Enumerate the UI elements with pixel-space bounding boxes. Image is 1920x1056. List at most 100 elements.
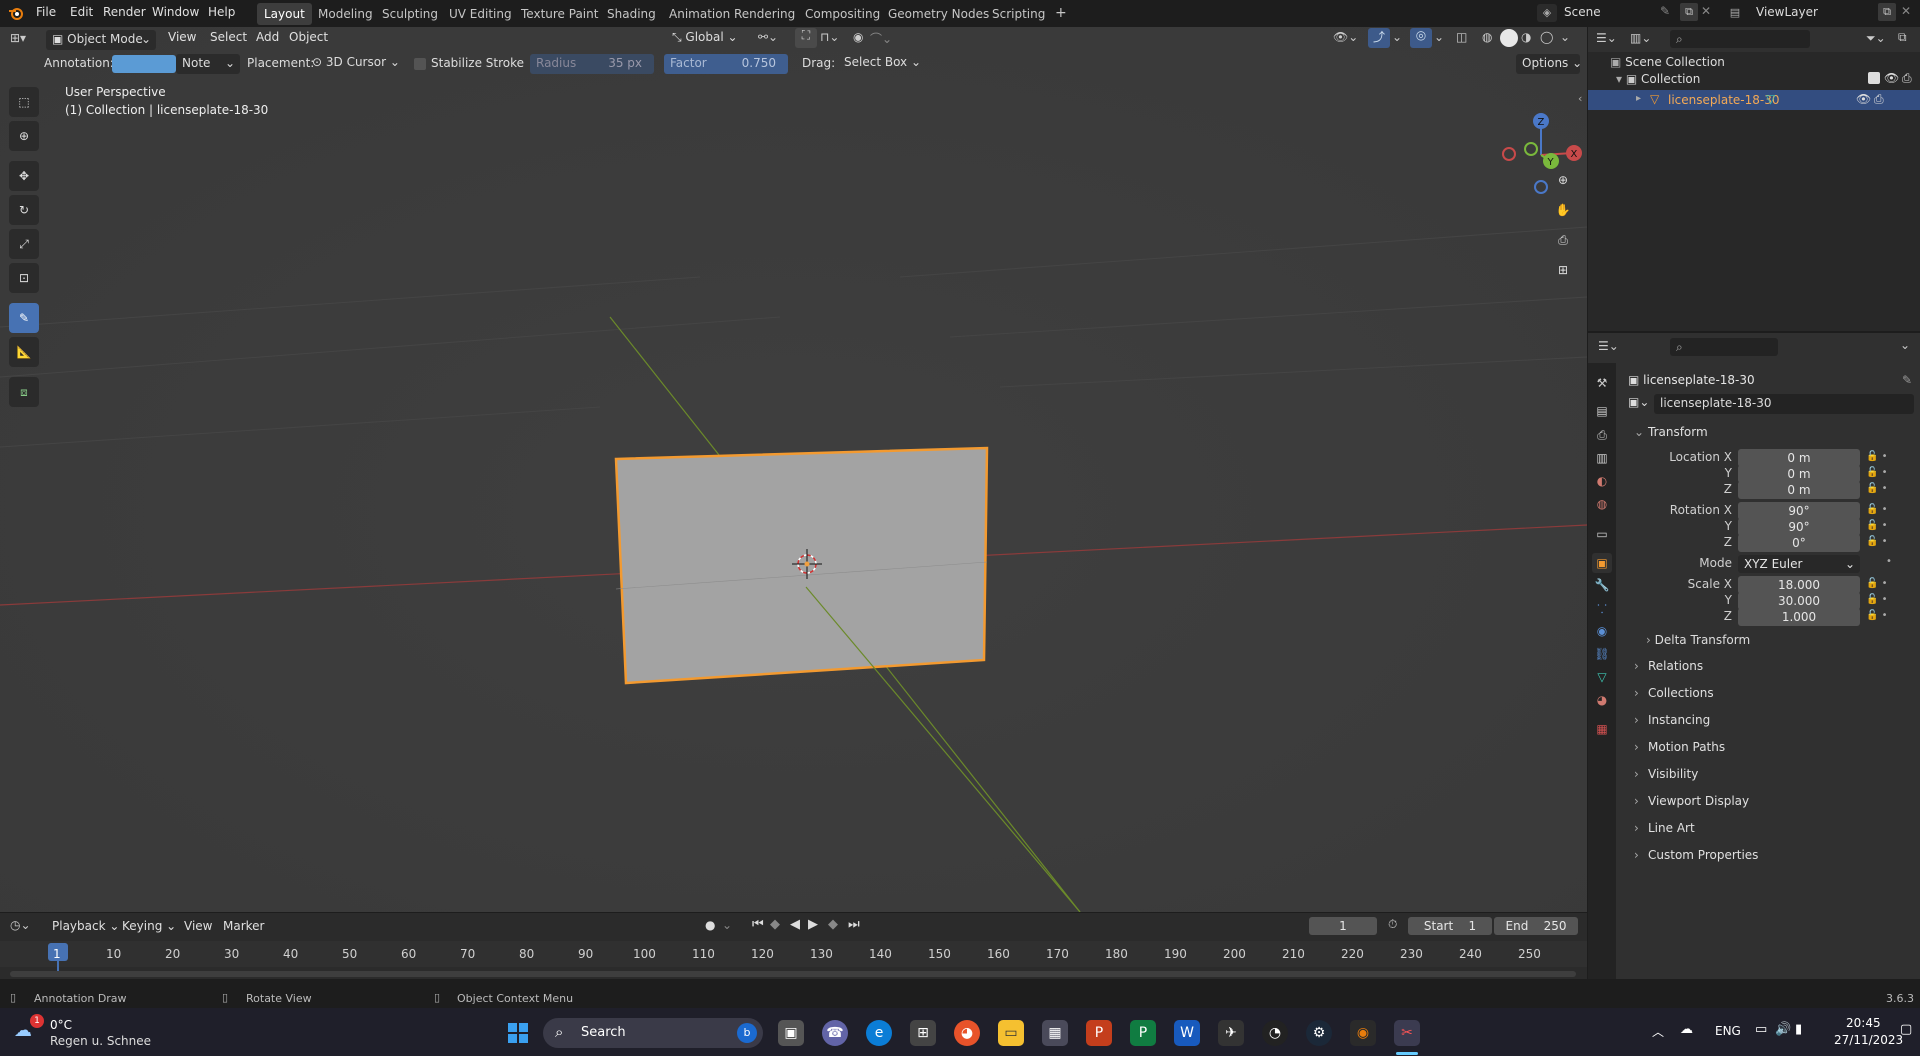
- factor-field[interactable]: Factor 0.750: [664, 54, 788, 74]
- new-scene-icon[interactable]: ⧉: [1680, 3, 1698, 21]
- lock-icon[interactable]: 🔓 •: [1866, 502, 1888, 518]
- overlays-menu-icon[interactable]: ⌄: [1434, 30, 1444, 44]
- falloff-icon[interactable]: ⌒⌄: [870, 30, 892, 47]
- tab-sculpting[interactable]: Sculpting: [375, 3, 445, 25]
- measure-tool[interactable]: 📐: [9, 337, 39, 367]
- project-icon[interactable]: P: [1130, 1020, 1156, 1046]
- task-view-icon[interactable]: ▣: [778, 1020, 804, 1046]
- end-frame-field[interactable]: End 250: [1494, 917, 1578, 935]
- overlays-icon[interactable]: ◎: [1410, 28, 1432, 48]
- properties-menu-icon[interactable]: ⌄: [1900, 338, 1910, 352]
- collection-row[interactable]: ▾ ▣ Collection 👁 ⎙: [1616, 71, 1916, 86]
- license-plate-mesh[interactable]: [614, 446, 989, 685]
- solid-shading-icon[interactable]: [1500, 29, 1518, 47]
- menu-file[interactable]: File: [36, 5, 56, 19]
- radius-field[interactable]: Radius 35 px: [530, 54, 654, 74]
- scale-z-field[interactable]: 1.000: [1738, 608, 1860, 626]
- texture-tab-icon[interactable]: ▦: [1592, 719, 1612, 739]
- motion-paths-panel-header[interactable]: › Motion Paths: [1628, 737, 1913, 759]
- data-tab-icon[interactable]: ▽: [1592, 667, 1612, 687]
- tab-modeling[interactable]: Modeling: [311, 3, 380, 25]
- rotation-z-field[interactable]: 0°: [1738, 534, 1860, 552]
- file-explorer-icon[interactable]: ▭: [998, 1020, 1024, 1046]
- collections-panel-header[interactable]: › Collections: [1628, 683, 1913, 705]
- view-layer-selector[interactable]: ViewLayer: [1750, 3, 1878, 23]
- game-controller-icon[interactable]: ✈: [1218, 1020, 1244, 1046]
- transform-panel-header[interactable]: ⌄ Transform: [1628, 422, 1913, 444]
- object-name-field[interactable]: licenseplate-18-30: [1654, 394, 1914, 414]
- powerpoint-icon[interactable]: P: [1086, 1020, 1112, 1046]
- volume-icon[interactable]: 🔊: [1775, 1022, 1791, 1037]
- jump-start-icon[interactable]: ⏮: [752, 917, 764, 932]
- tab-geometry-nodes[interactable]: Geometry Nodes: [881, 3, 996, 25]
- timeline-menu-playback[interactable]: Playback ⌄: [52, 919, 119, 933]
- scene-tab-icon[interactable]: ◐: [1592, 471, 1612, 491]
- visibility-icon[interactable]: 👁⌄: [1333, 30, 1358, 44]
- language-indicator[interactable]: ENG: [1715, 1024, 1741, 1038]
- cursor-tool[interactable]: ⊕: [9, 121, 39, 151]
- orientation-selector[interactable]: ⤡ Global ⌄: [672, 30, 738, 50]
- relations-panel-header[interactable]: › Relations: [1628, 656, 1913, 678]
- object-datablock-icon[interactable]: ▣⌄: [1628, 395, 1649, 413]
- wireframe-shading-icon[interactable]: ◍: [1482, 30, 1492, 44]
- timeline-editor-icon[interactable]: ◷⌄: [10, 918, 31, 932]
- annotation-color-swatch[interactable]: [112, 55, 176, 73]
- store-icon[interactable]: ⊞: [910, 1020, 936, 1046]
- camera-render-icon[interactable]: ⎙: [1874, 92, 1884, 107]
- pin-icon[interactable]: ✎: [1902, 373, 1912, 387]
- ortho-grid-icon[interactable]: ⊞: [1550, 257, 1576, 283]
- lock-icon[interactable]: 🔓 •: [1866, 534, 1888, 550]
- drag-selector[interactable]: Select Box ⌄: [844, 55, 921, 69]
- filter-icon[interactable]: ⏷⌄: [1866, 31, 1886, 46]
- camera-icon[interactable]: ⎙: [1550, 227, 1576, 253]
- snap-target-icon[interactable]: ⊓⌄: [820, 30, 839, 44]
- zoom-icon[interactable]: ⊕: [1550, 167, 1576, 193]
- 3d-viewport[interactable]: ⊞▾ ▣ Object Mode ⌄ View Select Add Object…: [0, 27, 1587, 912]
- options-button[interactable]: Options ⌄: [1516, 54, 1580, 74]
- clock-date[interactable]: 27/11/2023: [1834, 1033, 1903, 1047]
- rotate-tool[interactable]: ↻: [9, 195, 39, 225]
- properties-search-input[interactable]: ⌕: [1670, 338, 1778, 356]
- display-mode-icon[interactable]: ▥⌄: [1630, 31, 1651, 45]
- material-tab-icon[interactable]: ◕: [1592, 690, 1612, 710]
- modifier-tab-icon[interactable]: 🔧: [1592, 575, 1612, 595]
- viewport-menu-object[interactable]: Object: [289, 30, 328, 44]
- visibility-panel-header[interactable]: › Visibility: [1628, 764, 1913, 786]
- blender-logo-icon[interactable]: [8, 5, 24, 21]
- scene-icon[interactable]: ◈: [1537, 4, 1557, 22]
- add-cube-tool[interactable]: ⧈: [9, 377, 39, 407]
- material-shading-icon[interactable]: ◑: [1521, 30, 1531, 44]
- snipping-tool-icon[interactable]: ✂: [1394, 1020, 1420, 1046]
- constraints-tab-icon[interactable]: ⛓: [1592, 644, 1612, 664]
- collection-checkbox[interactable]: [1868, 72, 1880, 84]
- play-icon[interactable]: ▶: [808, 917, 818, 932]
- teams-icon[interactable]: ☎: [822, 1020, 848, 1046]
- close-scene-icon[interactable]: ✕: [1701, 4, 1711, 18]
- render-tab-icon[interactable]: ▤: [1592, 401, 1612, 421]
- lock-icon[interactable]: 🔓 •: [1866, 592, 1888, 608]
- bing-icon[interactable]: b: [737, 1023, 757, 1043]
- notifications-icon[interactable]: ▢: [1900, 1022, 1912, 1037]
- menu-render[interactable]: Render: [103, 5, 146, 19]
- new-view-layer-icon[interactable]: ⧉: [1878, 3, 1896, 21]
- current-frame-field[interactable]: 1: [1309, 917, 1377, 935]
- xray-icon[interactable]: ◫: [1456, 30, 1467, 44]
- viewport-display-panel-header[interactable]: › Viewport Display: [1628, 791, 1913, 813]
- word-icon[interactable]: W: [1174, 1020, 1200, 1046]
- lock-icon[interactable]: 🔓 •: [1866, 576, 1888, 592]
- play-reverse-icon[interactable]: ◀: [790, 917, 800, 932]
- physics-tab-icon[interactable]: ◉: [1592, 621, 1612, 641]
- annotate-tool[interactable]: ✎: [9, 303, 39, 333]
- snap-icon[interactable]: ⛶: [795, 28, 817, 48]
- stopwatch-icon[interactable]: ⏱: [1388, 917, 1397, 932]
- outliner-editor-icon[interactable]: ☰⌄: [1596, 31, 1617, 45]
- lock-icon[interactable]: 🔓 •: [1866, 481, 1888, 497]
- eye-icon[interactable]: 👁: [1856, 92, 1871, 106]
- tab-animation[interactable]: Animation: [662, 3, 737, 25]
- properties-editor-icon[interactable]: ☰⌄: [1598, 339, 1619, 353]
- tab-scripting[interactable]: Scripting: [985, 3, 1052, 25]
- timeline-scrollbar[interactable]: [10, 971, 1576, 977]
- view-layer-tab-icon[interactable]: ▥: [1592, 448, 1612, 468]
- start-frame-field[interactable]: Start 1: [1408, 917, 1492, 935]
- editor-type-icon[interactable]: ⊞▾: [10, 31, 40, 51]
